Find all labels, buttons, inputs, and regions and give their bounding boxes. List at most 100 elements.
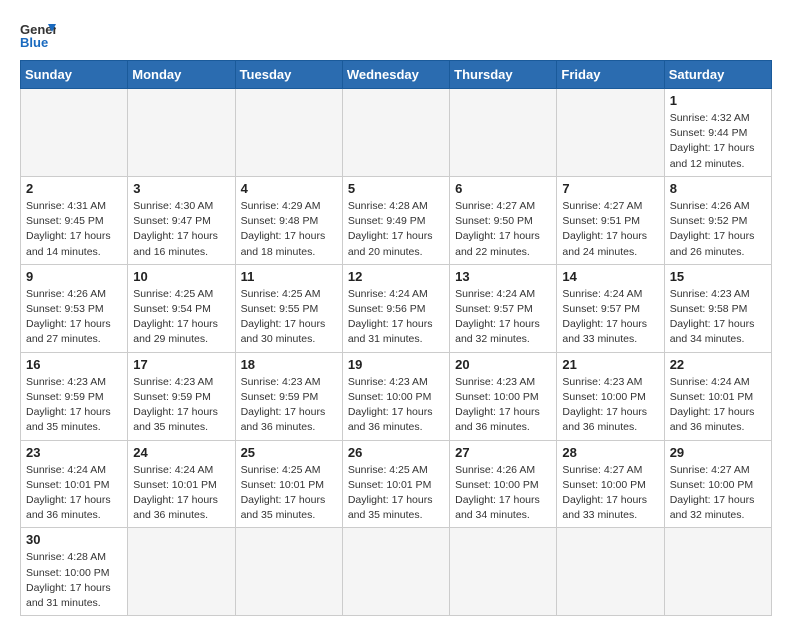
calendar-cell: 12 Sunrise: 4:24 AM Sunset: 9:56 PM Dayli… [342,264,449,352]
day-info: Sunrise: 4:24 AM Sunset: 10:01 PM Daylig… [26,463,122,524]
weekday-header-thursday: Thursday [450,61,557,89]
day-number: 5 [348,181,444,196]
weekday-header-friday: Friday [557,61,664,89]
day-number: 9 [26,269,122,284]
day-info: Sunrise: 4:24 AM Sunset: 9:56 PM Dayligh… [348,287,444,348]
day-info: Sunrise: 4:29 AM Sunset: 9:48 PM Dayligh… [241,199,337,260]
day-info: Sunrise: 4:30 AM Sunset: 9:47 PM Dayligh… [133,199,229,260]
day-info: Sunrise: 4:25 AM Sunset: 10:01 PM Daylig… [348,463,444,524]
calendar-week-1: 1 Sunrise: 4:32 AM Sunset: 9:44 PM Daylig… [21,89,772,177]
calendar-cell [450,528,557,616]
day-number: 26 [348,445,444,460]
day-info: Sunrise: 4:23 AM Sunset: 9:58 PM Dayligh… [670,287,766,348]
calendar-cell [128,528,235,616]
calendar-cell: 1 Sunrise: 4:32 AM Sunset: 9:44 PM Daylig… [664,89,771,177]
logo-icon: General Blue [20,20,56,50]
day-number: 13 [455,269,551,284]
day-info: Sunrise: 4:24 AM Sunset: 10:01 PM Daylig… [133,463,229,524]
day-info: Sunrise: 4:28 AM Sunset: 9:49 PM Dayligh… [348,199,444,260]
day-number: 6 [455,181,551,196]
calendar-cell: 21Sunrise: 4:23 AM Sunset: 10:00 PM Dayl… [557,352,664,440]
weekday-header-sunday: Sunday [21,61,128,89]
day-number: 8 [670,181,766,196]
day-number: 22 [670,357,766,372]
day-number: 15 [670,269,766,284]
calendar-cell [128,89,235,177]
calendar-header: SundayMondayTuesdayWednesdayThursdayFrid… [21,61,772,89]
day-info: Sunrise: 4:25 AM Sunset: 10:01 PM Daylig… [241,463,337,524]
logo: General Blue [20,20,56,50]
calendar-cell: 4 Sunrise: 4:29 AM Sunset: 9:48 PM Daylig… [235,176,342,264]
calendar-cell: 22 Sunrise: 4:24 AM Sunset: 10:01 PM Dayl… [664,352,771,440]
calendar-cell: 5 Sunrise: 4:28 AM Sunset: 9:49 PM Daylig… [342,176,449,264]
day-info: Sunrise: 4:27 AM Sunset: 9:51 PM Dayligh… [562,199,658,260]
day-info: Sunrise: 4:32 AM Sunset: 9:44 PM Dayligh… [670,111,766,172]
day-number: 7 [562,181,658,196]
day-info: Sunrise: 4:26 AM Sunset: 10:00 PM Daylig… [455,463,551,524]
calendar-cell [557,89,664,177]
calendar-body: 1 Sunrise: 4:32 AM Sunset: 9:44 PM Daylig… [21,89,772,616]
calendar-cell [21,89,128,177]
day-info: Sunrise: 4:25 AM Sunset: 9:55 PM Dayligh… [241,287,337,348]
calendar-cell [557,528,664,616]
day-number: 14 [562,269,658,284]
calendar-week-5: 23 Sunrise: 4:24 AM Sunset: 10:01 PM Dayl… [21,440,772,528]
day-info: Sunrise: 4:26 AM Sunset: 9:52 PM Dayligh… [670,199,766,260]
calendar-week-2: 2Sunrise: 4:31 AM Sunset: 9:45 PM Daylig… [21,176,772,264]
day-number: 17 [133,357,229,372]
day-info: Sunrise: 4:27 AM Sunset: 9:50 PM Dayligh… [455,199,551,260]
day-number: 18 [241,357,337,372]
day-info: Sunrise: 4:25 AM Sunset: 9:54 PM Dayligh… [133,287,229,348]
day-number: 12 [348,269,444,284]
day-number: 23 [26,445,122,460]
calendar-cell: 19Sunrise: 4:23 AM Sunset: 10:00 PM Dayl… [342,352,449,440]
day-info: Sunrise: 4:23 AM Sunset: 9:59 PM Dayligh… [26,375,122,436]
calendar-cell: 30 Sunrise: 4:28 AM Sunset: 10:00 PM Dayl… [21,528,128,616]
calendar-cell: 10 Sunrise: 4:25 AM Sunset: 9:54 PM Dayli… [128,264,235,352]
svg-text:Blue: Blue [20,35,48,50]
day-number: 24 [133,445,229,460]
day-info: Sunrise: 4:23 AM Sunset: 10:00 PM Daylig… [455,375,551,436]
calendar-cell: 6 Sunrise: 4:27 AM Sunset: 9:50 PM Daylig… [450,176,557,264]
day-info: Sunrise: 4:23 AM Sunset: 10:00 PM Daylig… [562,375,658,436]
day-info: Sunrise: 4:23 AM Sunset: 9:59 PM Dayligh… [133,375,229,436]
day-info: Sunrise: 4:28 AM Sunset: 10:00 PM Daylig… [26,550,122,611]
calendar-week-4: 16 Sunrise: 4:23 AM Sunset: 9:59 PM Dayli… [21,352,772,440]
day-number: 4 [241,181,337,196]
calendar-cell [450,89,557,177]
weekday-header-row: SundayMondayTuesdayWednesdayThursdayFrid… [21,61,772,89]
calendar-week-3: 9 Sunrise: 4:26 AM Sunset: 9:53 PM Daylig… [21,264,772,352]
day-number: 25 [241,445,337,460]
calendar-cell: 3 Sunrise: 4:30 AM Sunset: 9:47 PM Daylig… [128,176,235,264]
day-info: Sunrise: 4:31 AM Sunset: 9:45 PM Dayligh… [26,199,122,260]
calendar-cell: 29Sunrise: 4:27 AM Sunset: 10:00 PM Dayl… [664,440,771,528]
day-number: 16 [26,357,122,372]
day-number: 10 [133,269,229,284]
day-info: Sunrise: 4:23 AM Sunset: 10:00 PM Daylig… [348,375,444,436]
day-info: Sunrise: 4:26 AM Sunset: 9:53 PM Dayligh… [26,287,122,348]
day-number: 11 [241,269,337,284]
calendar-cell: 28Sunrise: 4:27 AM Sunset: 10:00 PM Dayl… [557,440,664,528]
calendar-cell: 25 Sunrise: 4:25 AM Sunset: 10:01 PM Dayl… [235,440,342,528]
calendar-cell: 8 Sunrise: 4:26 AM Sunset: 9:52 PM Daylig… [664,176,771,264]
calendar-cell: 13 Sunrise: 4:24 AM Sunset: 9:57 PM Dayli… [450,264,557,352]
day-number: 28 [562,445,658,460]
weekday-header-monday: Monday [128,61,235,89]
calendar-cell: 9 Sunrise: 4:26 AM Sunset: 9:53 PM Daylig… [21,264,128,352]
day-number: 30 [26,532,122,547]
day-number: 3 [133,181,229,196]
calendar-week-6: 30 Sunrise: 4:28 AM Sunset: 10:00 PM Dayl… [21,528,772,616]
calendar-cell [235,89,342,177]
day-number: 27 [455,445,551,460]
weekday-header-saturday: Saturday [664,61,771,89]
calendar-cell: 20Sunrise: 4:23 AM Sunset: 10:00 PM Dayl… [450,352,557,440]
day-number: 1 [670,93,766,108]
calendar-cell: 16 Sunrise: 4:23 AM Sunset: 9:59 PM Dayli… [21,352,128,440]
calendar-cell [342,89,449,177]
day-info: Sunrise: 4:27 AM Sunset: 10:00 PM Daylig… [670,463,766,524]
calendar-cell: 11 Sunrise: 4:25 AM Sunset: 9:55 PM Dayli… [235,264,342,352]
weekday-header-wednesday: Wednesday [342,61,449,89]
day-info: Sunrise: 4:24 AM Sunset: 10:01 PM Daylig… [670,375,766,436]
day-info: Sunrise: 4:24 AM Sunset: 9:57 PM Dayligh… [455,287,551,348]
calendar-cell [664,528,771,616]
